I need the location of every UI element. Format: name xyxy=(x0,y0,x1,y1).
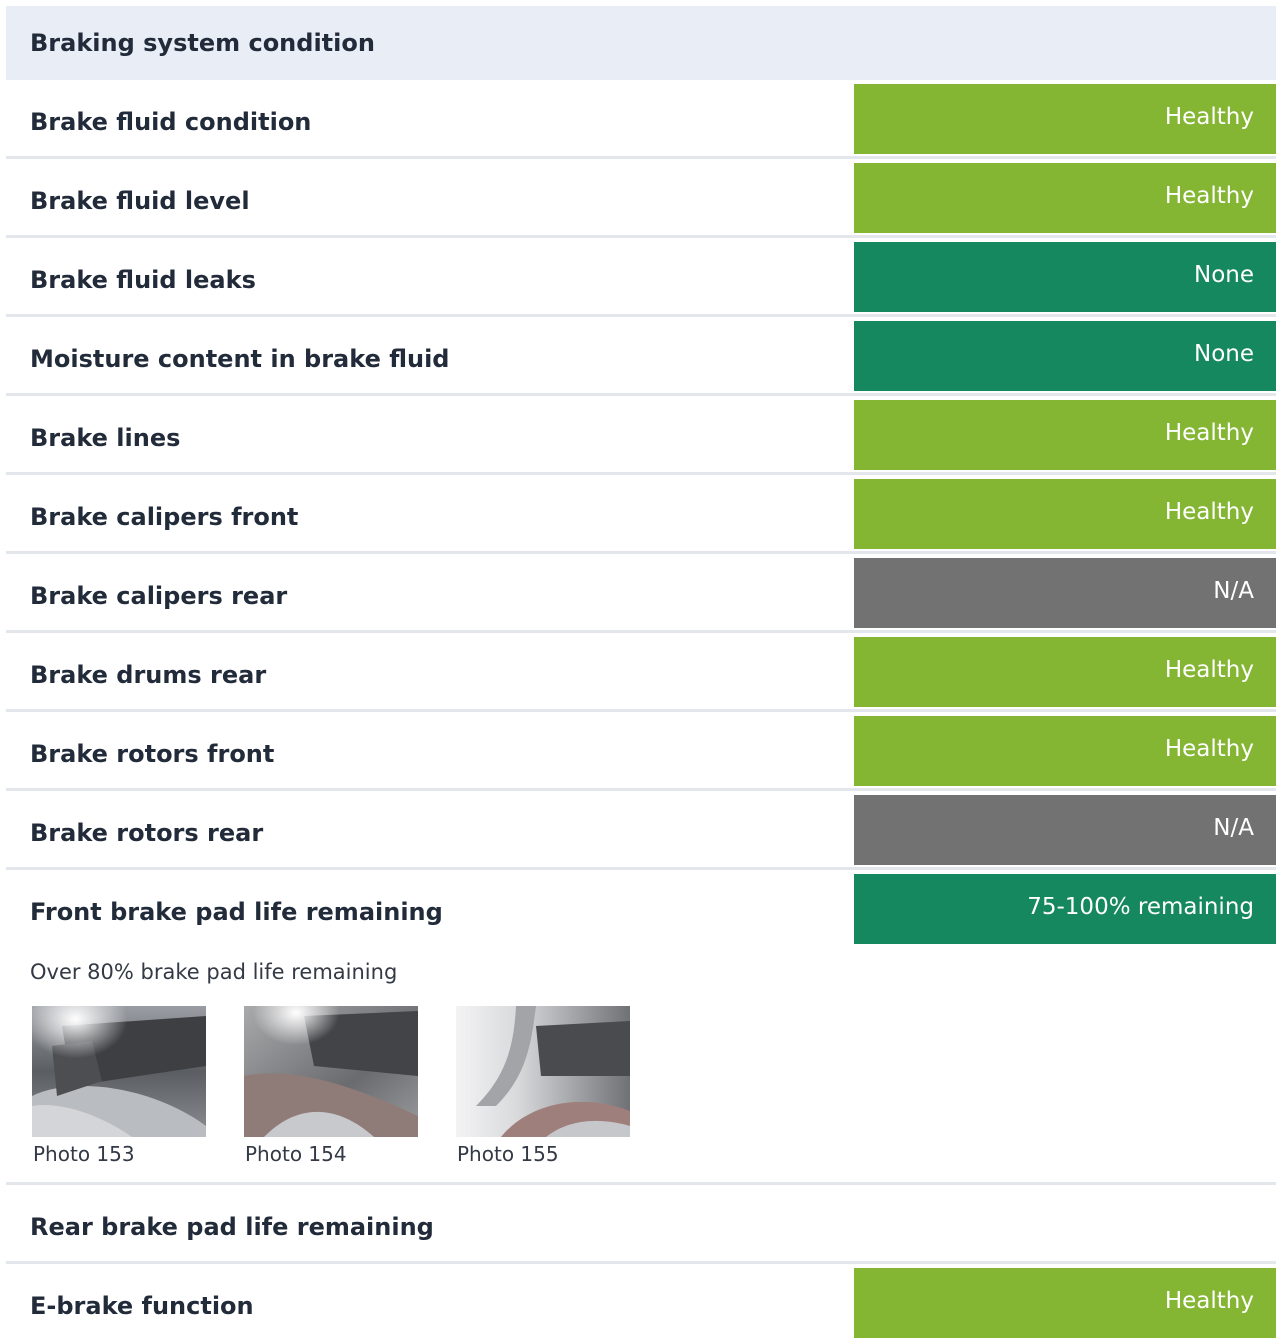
photo-caption: Photo 153 xyxy=(33,1142,135,1166)
inspection-note: Over 80% brake pad life remaining xyxy=(30,960,398,984)
status-badge: N/A xyxy=(854,558,1276,628)
status-badge: Healthy xyxy=(854,163,1276,233)
brake-pad-photo[interactable] xyxy=(32,1006,206,1137)
inspection-row-front-brake-pads: Front brake pad life remaining 75-100% r… xyxy=(6,870,1276,1185)
photo-caption: Photo 155 xyxy=(457,1142,559,1166)
inspection-row-e-brake: E-brake function Healthy xyxy=(6,1264,1276,1343)
row-label: Rear brake pad life remaining xyxy=(30,1213,434,1241)
photo-caption: Photo 154 xyxy=(245,1142,347,1166)
row-label: Brake drums rear xyxy=(30,661,267,689)
status-badge: N/A xyxy=(854,795,1276,865)
row-label: Brake fluid level xyxy=(30,187,250,215)
row-label: Brake rotors rear xyxy=(30,819,264,847)
section-header: Braking system condition xyxy=(6,6,1276,80)
inspection-row-brake-drums-rear: Brake drums rear Healthy xyxy=(6,633,1276,712)
row-label: Brake rotors front xyxy=(30,740,275,768)
row-label: Brake calipers rear xyxy=(30,582,288,610)
status-badge: Healthy xyxy=(854,479,1276,549)
inspection-row-brake-fluid-level: Brake fluid level Healthy xyxy=(6,159,1276,238)
row-label: Brake lines xyxy=(30,424,181,452)
status-badge: 75-100% remaining xyxy=(854,874,1276,944)
photo-gallery: Photo 153 Photo 154 Photo 155 xyxy=(32,1006,630,1166)
row-label: Brake fluid leaks xyxy=(30,266,256,294)
photo-thumbnail[interactable]: Photo 154 xyxy=(244,1006,418,1166)
status-badge: Healthy xyxy=(854,1268,1276,1338)
inspection-row-brake-fluid-condition: Brake fluid condition Healthy xyxy=(6,80,1276,159)
inspection-row-brake-fluid-leaks: Brake fluid leaks None xyxy=(6,238,1276,317)
row-label: Front brake pad life remaining xyxy=(30,898,443,926)
status-badge: Healthy xyxy=(854,84,1276,154)
status-badge: Healthy xyxy=(854,637,1276,707)
inspection-row-brake-lines: Brake lines Healthy xyxy=(6,396,1276,475)
inspection-row-brake-rotors-rear: Brake rotors rear N/A xyxy=(6,791,1276,870)
status-badge: Healthy xyxy=(854,716,1276,786)
photo-thumbnail[interactable]: Photo 155 xyxy=(456,1006,630,1166)
brake-pad-photo[interactable] xyxy=(244,1006,418,1137)
brake-pad-photo[interactable] xyxy=(456,1006,630,1137)
section-title: Braking system condition xyxy=(30,29,375,57)
inspection-row-rear-brake-pads: Rear brake pad life remaining xyxy=(6,1185,1276,1264)
photo-thumbnail[interactable]: Photo 153 xyxy=(32,1006,206,1166)
row-label: E-brake function xyxy=(30,1292,254,1320)
row-label: Brake fluid condition xyxy=(30,108,312,136)
inspection-row-brake-rotors-front: Brake rotors front Healthy xyxy=(6,712,1276,791)
row-label: Moisture content in brake fluid xyxy=(30,345,450,373)
status-badge: None xyxy=(854,242,1276,312)
braking-system-report: Braking system condition Brake fluid con… xyxy=(6,6,1276,1343)
status-badge: None xyxy=(854,321,1276,391)
inspection-row-brake-calipers-front: Brake calipers front Healthy xyxy=(6,475,1276,554)
inspection-row-brake-calipers-rear: Brake calipers rear N/A xyxy=(6,554,1276,633)
status-badge: Healthy xyxy=(854,400,1276,470)
row-label: Brake calipers front xyxy=(30,503,299,531)
inspection-row-moisture-content: Moisture content in brake fluid None xyxy=(6,317,1276,396)
